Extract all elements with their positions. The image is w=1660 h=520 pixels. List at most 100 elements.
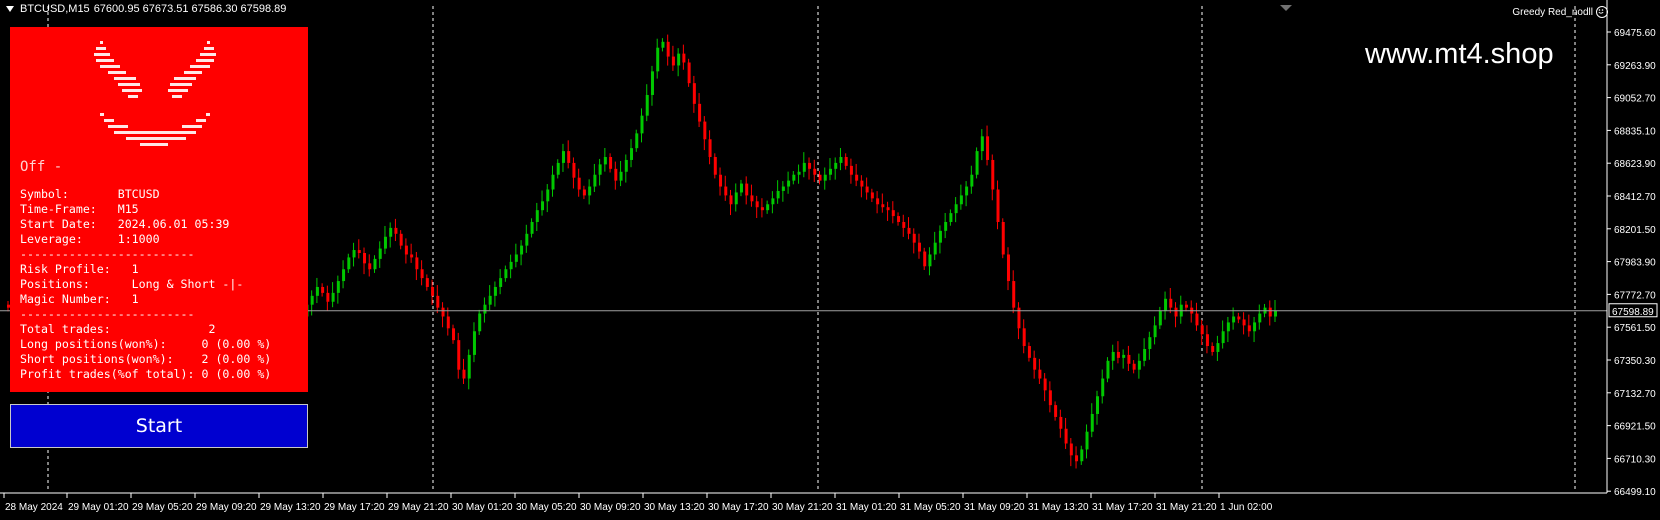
price-label: 67350.30 <box>1614 356 1656 367</box>
candle-body <box>917 242 921 252</box>
candle-body <box>452 328 456 341</box>
candle-body <box>347 257 351 270</box>
info-line: Magic Number: 1 <box>20 292 139 306</box>
candle-body <box>431 286 435 296</box>
candle-body <box>541 201 545 211</box>
candle-body <box>624 159 628 172</box>
candle-body <box>656 47 660 72</box>
candle-body <box>849 165 853 175</box>
candle-body <box>1116 351 1120 358</box>
start-button[interactable]: Start <box>10 404 308 448</box>
candle-body <box>739 183 743 193</box>
time-label: 30 May 17:20 <box>708 502 769 513</box>
price-axis: 69475.60 69263.90 69052.70 68835.10 68623.90… <box>1607 28 1656 498</box>
candle-body <box>687 62 691 84</box>
time-label: 29 May 01:20 <box>68 502 129 513</box>
info-line: Leverage: 1:1000 <box>20 232 160 246</box>
time-label: 28 May 2024 <box>5 502 63 513</box>
candle-body <box>766 204 770 211</box>
candle-body <box>1137 360 1141 370</box>
candle-body <box>593 174 597 187</box>
time-label: 30 May 05:20 <box>516 502 577 513</box>
time-label: 31 May 05:20 <box>900 502 961 513</box>
candle-body <box>823 174 827 181</box>
candle-body <box>352 250 356 258</box>
candle-body <box>677 53 681 66</box>
candle-body <box>865 186 869 193</box>
time-label: 31 May 17:20 <box>1092 502 1153 513</box>
candle-body <box>1195 313 1199 326</box>
price-label: 67132.70 <box>1614 389 1656 400</box>
candle-body <box>1148 337 1152 349</box>
candle-body <box>1085 431 1089 450</box>
candle-body <box>1242 319 1246 326</box>
candle-body <box>310 295 314 305</box>
candle-body <box>483 304 487 314</box>
time-label: 29 May 09:20 <box>196 502 257 513</box>
candle-body <box>321 286 325 293</box>
candle-body <box>582 189 586 196</box>
time-label: 31 May 01:20 <box>836 502 897 513</box>
candle-body <box>771 198 775 205</box>
candle-body <box>839 157 843 163</box>
info-line: Symbol: BTCUSD <box>20 187 160 201</box>
candle-body <box>588 186 592 196</box>
candle-body <box>719 174 723 187</box>
candle-body <box>666 41 670 57</box>
candle-body <box>755 201 759 208</box>
candle-body <box>1001 221 1005 255</box>
candle-body <box>457 340 461 370</box>
candle-body <box>441 307 445 317</box>
bull-ascii-logo <box>94 41 216 146</box>
ohlc-values: 67600.95 67673.51 67586.30 67598.89 <box>93 3 287 15</box>
expert-advisor-label[interactable]: Greedy Red_nodll <box>1512 6 1608 18</box>
chart-shift-marker-icon[interactable] <box>1280 5 1292 11</box>
candle-body <box>1106 360 1110 379</box>
candle-body <box>881 204 885 208</box>
candle-body <box>860 180 864 187</box>
candle-body <box>1022 328 1026 347</box>
candle-body <box>954 204 958 214</box>
candle-body <box>1247 325 1251 332</box>
candle-body <box>514 254 518 262</box>
candle-body <box>1038 369 1042 379</box>
candle-body <box>907 227 911 234</box>
time-label: 29 May 21:20 <box>388 502 449 513</box>
time-label: 29 May 13:20 <box>260 502 321 513</box>
candle-body <box>698 103 702 122</box>
ea-status: Off - <box>20 159 63 175</box>
candle-body <box>315 286 319 296</box>
candle-body <box>729 195 733 205</box>
candle-body <box>373 258 377 270</box>
info-line: Time-Frame: M15 <box>20 202 139 216</box>
candle-body <box>1027 346 1031 358</box>
candle-body <box>902 221 906 228</box>
time-label: 29 May 05:20 <box>132 502 193 513</box>
candle-body <box>876 198 880 205</box>
time-label: 29 May 17:20 <box>324 502 385 513</box>
candle-body <box>1253 322 1257 332</box>
dropdown-triangle-icon[interactable] <box>6 6 14 12</box>
candle-body <box>614 168 618 181</box>
candle-body <box>467 354 471 379</box>
time-label: 30 May 01:20 <box>452 502 513 513</box>
time-axis: 28 May 2024 29 May 01:20 29 May 05:20 29 Ma… <box>3 493 1273 513</box>
candle-body <box>682 53 686 63</box>
candle-body <box>572 162 576 178</box>
candle-body <box>472 331 476 355</box>
candle-body <box>745 183 749 196</box>
candle-body <box>551 174 555 190</box>
info-line: Risk Profile: 1 <box>20 262 139 276</box>
info-line: Short positions(won%): 2 (0.00 %) <box>20 352 272 366</box>
candle-body <box>1075 455 1079 462</box>
info-line: Positions: Long & Short -|- <box>20 277 244 291</box>
candle-body <box>525 233 529 246</box>
candle-body <box>792 174 796 181</box>
candle-body <box>1069 443 1073 456</box>
price-label: 68201.50 <box>1614 225 1656 236</box>
price-label: 69263.90 <box>1614 61 1656 72</box>
candle-body <box>1174 307 1178 317</box>
candle-body <box>504 269 508 279</box>
price-label: 67561.50 <box>1614 323 1656 334</box>
candle-body <box>650 71 654 95</box>
